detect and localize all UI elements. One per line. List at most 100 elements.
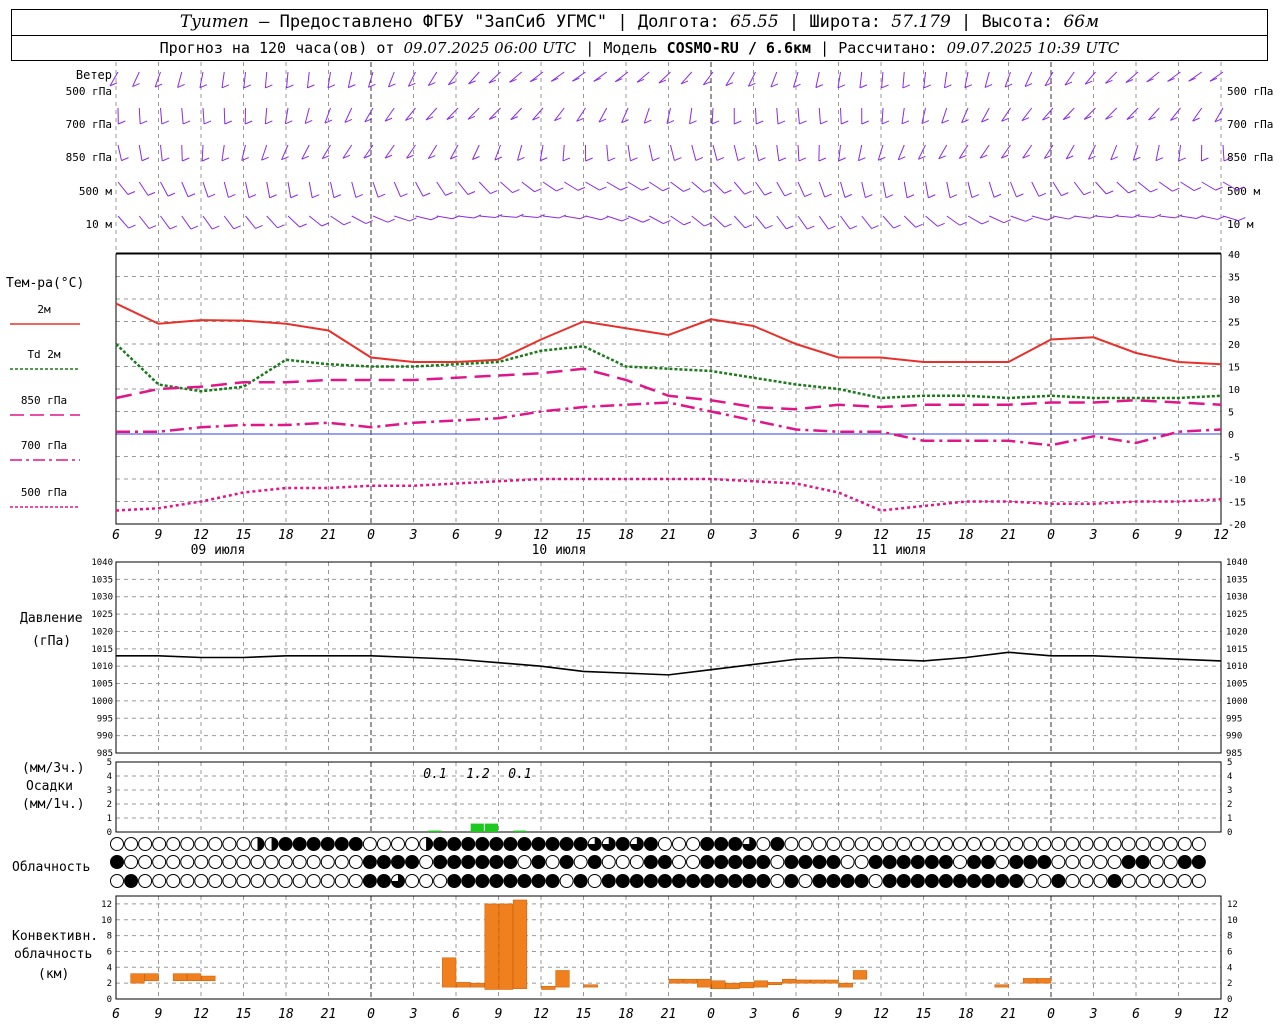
cloud-symbol [517,837,532,851]
cloud-symbol [447,837,462,851]
cloud-symbol [1121,874,1136,888]
wind-barb [266,181,271,198]
wind-level-label: 500 гПа [66,85,112,98]
wind-barb [394,215,410,222]
wind-barb [1095,215,1112,219]
cloud-symbol [405,837,420,851]
wind-barb-flag [777,120,786,125]
wind-barb [840,215,851,230]
cloud-symbol [826,837,841,851]
wind-barb-flag [248,194,257,199]
wind-barb [648,181,663,192]
cloud-symbol [503,874,518,888]
cloud-symbol [1163,855,1178,869]
time-tick-label-bottom: 9 [1175,1007,1183,1022]
conv-bar [796,979,811,984]
cloud-symbol [672,874,686,888]
cloud-symbol [714,855,729,869]
pressure-panel: 1040 1040 1035 1035 1030 1030 1025 1025 1020 1020… [91,558,1247,759]
wind-barb [160,107,163,124]
cloud-symbol [180,874,195,888]
cloud-symbol [1177,874,1192,888]
conv-tick-left: 6 [107,947,112,957]
cloud-symbol [419,874,434,888]
wind-barb-flag [695,156,704,161]
wind-barb [1158,181,1173,192]
wind-barb [264,107,268,124]
wind-barb-flag [786,225,794,230]
wind-barb [989,215,1005,224]
cloud-symbol [1135,855,1150,869]
wind-barb [861,181,866,198]
wind-barb [201,144,204,162]
precip-bar [513,830,527,832]
cloud-symbol [1107,837,1122,851]
cloud-symbol [1135,837,1150,851]
wind-barb [988,181,995,198]
conv-bar [852,970,868,980]
wind-barb [670,144,675,161]
time-tick-label: 15 [236,528,252,543]
precip-tick-left: 4 [107,772,112,782]
wind-barb [500,181,513,193]
wind-barb-flag [321,222,329,227]
pressure-tick-right: 1030 [1226,593,1248,603]
wind-barb-flag [778,157,787,162]
cloud-symbol [1121,837,1136,851]
wind-barb-flag [600,216,609,221]
cloud-symbol [1177,837,1192,851]
cloud-symbol [924,855,939,869]
cloud-symbol [643,874,658,888]
wind-barb-flag [1150,188,1158,193]
temp-tick-right: -5 [1228,453,1240,464]
cloud-symbol [320,837,335,851]
wind-barb-flag [311,194,320,199]
cloud-symbol [152,855,167,869]
cloud-symbol [896,837,911,851]
conv-bar [187,973,202,982]
wind-level-label-right: 700 гПа [1227,118,1273,131]
cloud-symbol [475,874,490,888]
time-tick-label: 21 [661,528,677,543]
wind-barb-flag [467,191,476,195]
cloud-symbol [264,855,279,869]
time-tick-label-bottom: 12 [533,1007,549,1022]
conv-bar [1037,978,1052,984]
conv-tick-left: 12 [101,900,112,910]
cloud-symbol [798,874,813,888]
cloud-title: Облачность [12,860,90,875]
cloud-symbol [306,837,321,851]
time-tick-label-bottom: 9 [835,1007,843,1022]
time-tick-label-bottom: 9 [155,1007,163,1022]
temp-tick-right: 10 [1228,385,1240,396]
cloud-symbol [559,855,574,869]
cloud-symbol [882,855,897,869]
wind-barb [1137,181,1151,193]
wind-barb [202,107,205,124]
time-tick-label-bottom: 21 [321,1007,337,1022]
cloud-symbol [1093,855,1108,869]
cloud-symbol [278,855,293,869]
temp-tick-right: -15 [1228,498,1246,509]
cloud-symbol [194,855,209,869]
cloud-symbol [348,855,363,869]
wind-barb [117,215,129,229]
cloud-symbol [615,855,630,869]
wind-barb [457,215,474,219]
conv-tick-right: 8 [1227,932,1232,942]
time-tick-label-bottom: 6 [792,1007,800,1022]
cloud-symbol [840,837,855,851]
wind-barb-flag [981,220,990,225]
wind-barb [861,215,873,229]
wind-barb [711,107,714,125]
time-tick-label-bottom: 6 [112,1007,120,1022]
wind-barb [902,71,905,88]
wind-barb [1073,181,1085,196]
wind-barb [691,144,697,161]
cloud-symbol [995,837,1010,851]
wind-barb [1155,144,1160,161]
cloud-symbol [756,874,771,888]
wind-barb-flag [162,157,170,162]
conv-bar [201,975,216,982]
wind-barb [160,215,171,230]
